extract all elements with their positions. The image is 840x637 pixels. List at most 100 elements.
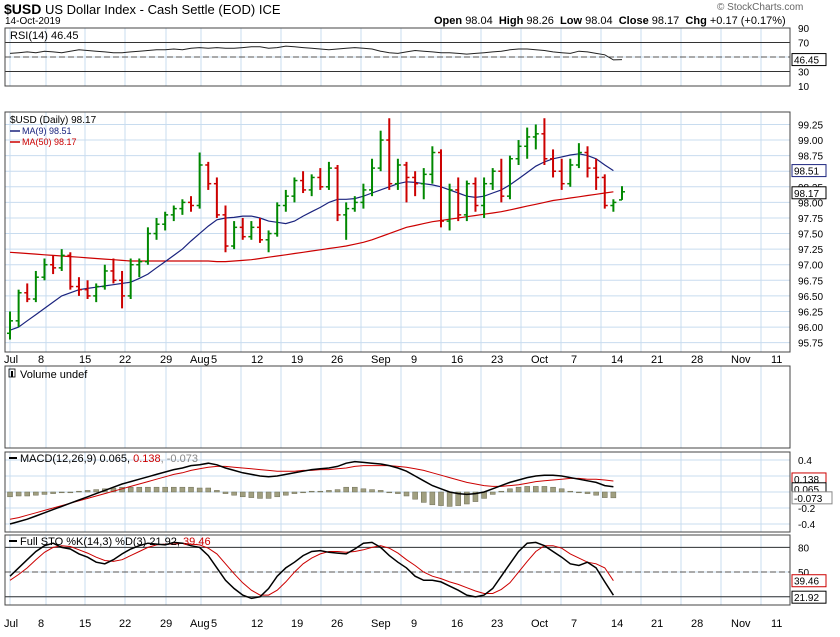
price-bar — [498, 158, 505, 203]
panel-frame-price — [4, 111, 791, 353]
macd-histogram-bar — [76, 490, 82, 493]
price-bar — [213, 177, 220, 218]
price-bar — [386, 118, 393, 190]
macd-histogram-bar — [446, 491, 453, 507]
price-x-label: 21 — [651, 354, 663, 366]
macd-histogram-bar — [420, 491, 427, 503]
macd-histogram-bar — [412, 491, 418, 500]
price-x-label: 19 — [291, 354, 303, 366]
volume-label: Volume undef — [20, 369, 88, 381]
price-bar — [41, 258, 48, 281]
price-bar — [231, 221, 238, 250]
macd-histogram-bar — [317, 490, 324, 493]
price-bar — [334, 164, 341, 222]
price-x-label: Jul — [4, 354, 18, 366]
macd-histogram-bar — [84, 490, 91, 493]
macd-histogram-bar — [369, 489, 375, 493]
bottom-x-label: 23 — [491, 618, 503, 630]
price-bar — [274, 202, 281, 237]
price-bar — [144, 227, 151, 265]
macd-histogram-bar — [352, 486, 358, 493]
macd-histogram-bar — [188, 486, 194, 493]
macd-histogram-bar — [602, 491, 608, 498]
price-x-label: 14 — [611, 354, 623, 366]
macd-histogram-bar — [265, 491, 272, 499]
macd-histogram-bar — [41, 491, 48, 495]
rsi-tick-label: 10 — [798, 82, 810, 93]
price-x-label: 22 — [119, 354, 131, 366]
price-bar — [93, 283, 100, 303]
macd-histogram-bar — [153, 486, 160, 493]
price-x-label: Nov — [731, 354, 751, 366]
price-bar — [550, 149, 557, 178]
ma9-label: MA(9) 98.51 — [22, 126, 72, 136]
price-x-label: 28 — [691, 354, 703, 366]
price-bar — [429, 146, 436, 184]
price-tick-label: 98.75 — [798, 152, 823, 163]
price-bar — [343, 202, 350, 240]
price-bar — [248, 221, 255, 240]
price-tick-label: 96.75 — [798, 276, 823, 287]
price-x-label: Aug — [190, 354, 210, 366]
sto-k-value: 21.92, — [149, 536, 183, 548]
price-bar — [291, 177, 298, 203]
macd-histogram-bar — [576, 491, 582, 494]
price-bar — [532, 124, 539, 150]
price-bar — [584, 146, 591, 178]
macd-histogram-bar — [308, 490, 315, 493]
price-bar — [369, 158, 376, 197]
macd-histogram-bar — [50, 491, 56, 494]
sto-label: Full STO %K(14,3) %D(3) 21.92, 39.46 — [20, 536, 211, 548]
price-bar — [300, 171, 307, 194]
macd-histogram-bar — [33, 491, 39, 496]
price-x-label: 15 — [79, 354, 91, 366]
bottom-x-label: 7 — [571, 618, 577, 630]
price-label: $USD (Daily) 98.17 — [10, 115, 97, 126]
bottom-x-label: 15 — [79, 618, 91, 630]
price-x-label: 7 — [571, 354, 577, 366]
price-x-label: 9 — [411, 354, 417, 366]
price-x-label: 11 — [771, 354, 782, 366]
price-bar — [58, 249, 65, 271]
macd-histogram-bar — [205, 487, 212, 493]
bottom-x-label: 26 — [331, 618, 343, 630]
price-bar — [162, 211, 169, 231]
macd-histogram-bar — [196, 487, 203, 493]
macd-histogram-bar — [15, 491, 22, 497]
macd-histogram-bar — [584, 491, 591, 494]
price-bar — [506, 155, 513, 200]
bottom-x-label: 11 — [771, 618, 782, 630]
price-x-label: 29 — [160, 354, 172, 366]
bottom-x-label: 5 — [211, 618, 217, 630]
price-bar — [412, 171, 419, 197]
bottom-x-label: 28 — [691, 618, 703, 630]
price-bar — [455, 177, 462, 222]
macd-tick-label: -0.2 — [798, 504, 816, 515]
macd-signal-value: 0.138 — [133, 453, 161, 465]
macd-histogram-bar — [395, 491, 401, 494]
price-bar — [24, 283, 31, 303]
price-bar — [282, 189, 289, 212]
macd-histogram-bar — [24, 491, 30, 497]
price-bar — [394, 158, 401, 190]
bottom-x-label: 12 — [251, 618, 263, 630]
macd-histogram-bar — [403, 491, 410, 497]
macd-value: 0.065, — [99, 453, 133, 465]
macd-histogram-bar — [67, 491, 74, 494]
price-x-label: 26 — [331, 354, 343, 366]
price-bar — [188, 196, 195, 212]
macd-histogram-bar — [222, 491, 229, 494]
price-tick-label: 96.50 — [798, 292, 823, 303]
price-x-label: 23 — [491, 354, 503, 366]
sto-k-tag: 21.92 — [794, 593, 819, 604]
price-bar — [119, 270, 126, 309]
price-bar — [7, 311, 13, 340]
close-value-tag: 98.17 — [794, 189, 819, 200]
price-bar — [558, 158, 565, 190]
price-bar — [170, 205, 177, 222]
macd-histogram-bar — [541, 486, 548, 493]
price-bar — [67, 252, 74, 290]
macd-histogram-bar — [7, 491, 13, 498]
macd-histogram-bar — [274, 491, 280, 498]
price-bar — [308, 174, 315, 197]
